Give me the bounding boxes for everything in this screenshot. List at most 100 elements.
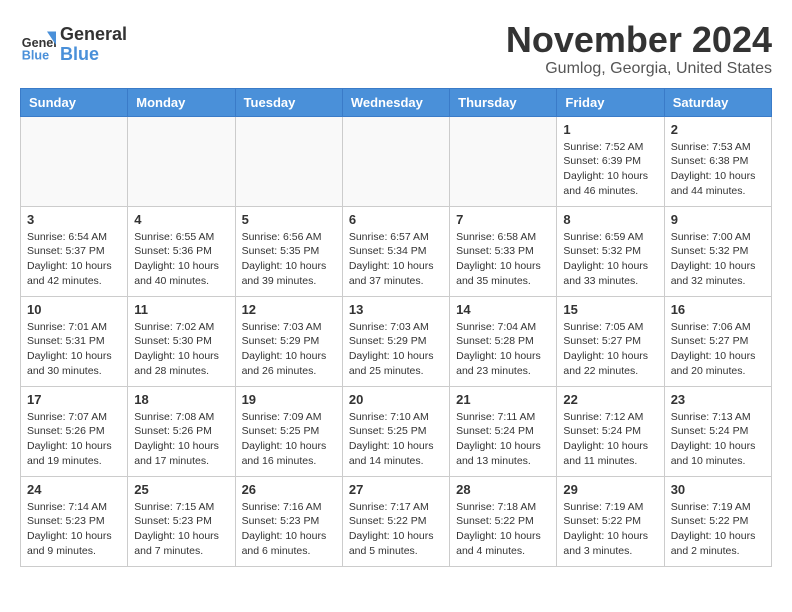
calendar-cell-18: 18 Sunrise: 7:08 AMSunset: 5:26 PMDayligh… — [128, 386, 235, 476]
week-row-0: 1Sunrise: 7:52 AMSunset: 6:39 PMDaylight… — [21, 116, 772, 206]
day-info: Sunrise: 7:18 AMSunset: 5:22 PMDaylight:… — [456, 500, 550, 559]
day-number: 5 — [242, 212, 336, 227]
day-number: 2 — [671, 122, 765, 137]
day-number: 14 — [456, 302, 550, 317]
day-info: Sunrise: 7:17 AMSunset: 5:22 PMDaylight:… — [349, 500, 443, 559]
day-info: Sunrise: 7:19 AMSunset: 5:22 PMDaylight:… — [563, 500, 657, 559]
week-row-3: 17 Sunrise: 7:07 AMSunset: 5:26 PMDayligh… — [21, 386, 772, 476]
calendar-header-wednesday: Wednesday — [342, 88, 449, 116]
calendar-cell-26: 26 Sunrise: 7:16 AMSunset: 5:23 PMDayligh… — [235, 476, 342, 566]
calendar-cell-6: 6Sunrise: 6:57 AMSunset: 5:34 PMDaylight… — [342, 206, 449, 296]
day-number: 19 — [242, 392, 336, 407]
calendar-cell-11: 11Sunrise: 7:02 AMSunset: 5:30 PMDayligh… — [128, 296, 235, 386]
day-number: 15 — [563, 302, 657, 317]
calendar-cell-empty — [21, 116, 128, 206]
day-number: 1 — [563, 122, 657, 137]
day-info: Sunrise: 7:08 AMSunset: 5:26 PMDaylight:… — [134, 410, 228, 469]
calendar-cell-12: 12 Sunrise: 7:03 AMSunset: 5:29 PMDayligh… — [235, 296, 342, 386]
day-info: Sunrise: 7:09 AMSunset: 5:25 PMDaylight:… — [242, 410, 336, 469]
calendar-table: SundayMondayTuesdayWednesdayThursdayFrid… — [20, 88, 772, 567]
calendar-header-row: SundayMondayTuesdayWednesdayThursdayFrid… — [21, 88, 772, 116]
day-number: 23 — [671, 392, 765, 407]
day-number: 18 — [134, 392, 228, 407]
week-row-2: 10 Sunrise: 7:01 AMSunset: 5:31 PMDayligh… — [21, 296, 772, 386]
day-number: 29 — [563, 482, 657, 497]
logo[interactable]: General Blue GeneralBlue — [20, 25, 127, 65]
calendar-cell-empty — [128, 116, 235, 206]
day-info: Sunrise: 6:58 AMSunset: 5:33 PMDaylight:… — [456, 230, 550, 289]
calendar-header-tuesday: Tuesday — [235, 88, 342, 116]
calendar-header-thursday: Thursday — [450, 88, 557, 116]
day-number: 12 — [242, 302, 336, 317]
day-info: Sunrise: 7:11 AMSunset: 5:24 PMDaylight:… — [456, 410, 550, 469]
day-info: Sunrise: 7:01 AMSunset: 5:31 PMDaylight:… — [27, 320, 121, 379]
day-info: Sunrise: 7:03 AMSunset: 5:29 PMDaylight:… — [242, 320, 336, 379]
day-info: Sunrise: 6:57 AMSunset: 5:34 PMDaylight:… — [349, 230, 443, 289]
day-number: 25 — [134, 482, 228, 497]
day-number: 16 — [671, 302, 765, 317]
day-number: 8 — [563, 212, 657, 227]
day-info: Sunrise: 7:05 AMSunset: 5:27 PMDaylight:… — [563, 320, 657, 379]
day-number: 21 — [456, 392, 550, 407]
logo-text: GeneralBlue — [60, 25, 127, 65]
calendar-cell-empty — [342, 116, 449, 206]
day-info: Sunrise: 7:12 AMSunset: 5:24 PMDaylight:… — [563, 410, 657, 469]
day-number: 13 — [349, 302, 443, 317]
calendar-cell-14: 14 Sunrise: 7:04 AMSunset: 5:28 PMDayligh… — [450, 296, 557, 386]
calendar-cell-21: 21 Sunrise: 7:11 AMSunset: 5:24 PMDayligh… — [450, 386, 557, 476]
logo-general: General — [60, 25, 127, 45]
day-info: Sunrise: 7:13 AMSunset: 5:24 PMDaylight:… — [671, 410, 765, 469]
week-row-1: 3 Sunrise: 6:54 AMSunset: 5:37 PMDaylight… — [21, 206, 772, 296]
day-info: Sunrise: 7:10 AMSunset: 5:25 PMDaylight:… — [349, 410, 443, 469]
calendar-header-monday: Monday — [128, 88, 235, 116]
day-number: 22 — [563, 392, 657, 407]
calendar-cell-27: 27 Sunrise: 7:17 AMSunset: 5:22 PMDayligh… — [342, 476, 449, 566]
day-info: Sunrise: 6:59 AMSunset: 5:32 PMDaylight:… — [563, 230, 657, 289]
calendar-header-friday: Friday — [557, 88, 664, 116]
day-number: 3 — [27, 212, 121, 227]
day-info: Sunrise: 7:53 AMSunset: 6:38 PMDaylight:… — [671, 140, 765, 199]
page-header: General Blue GeneralBlue November 2024 G… — [20, 20, 772, 78]
day-info: Sunrise: 6:54 AMSunset: 5:37 PMDaylight:… — [27, 230, 121, 289]
day-info: Sunrise: 7:00 AMSunset: 5:32 PMDaylight:… — [671, 230, 765, 289]
day-number: 17 — [27, 392, 121, 407]
day-number: 9 — [671, 212, 765, 227]
calendar-cell-4: 4Sunrise: 6:55 AMSunset: 5:36 PMDaylight… — [128, 206, 235, 296]
day-info: Sunrise: 7:03 AMSunset: 5:29 PMDaylight:… — [349, 320, 443, 379]
day-number: 26 — [242, 482, 336, 497]
day-number: 11 — [134, 302, 228, 317]
day-info: Sunrise: 7:14 AMSunset: 5:23 PMDaylight:… — [27, 500, 121, 559]
calendar-cell-empty — [235, 116, 342, 206]
day-number: 28 — [456, 482, 550, 497]
day-number: 7 — [456, 212, 550, 227]
day-number: 4 — [134, 212, 228, 227]
logo-icon: General Blue — [20, 27, 56, 63]
calendar-cell-empty — [450, 116, 557, 206]
day-number: 30 — [671, 482, 765, 497]
calendar-cell-2: 2 Sunrise: 7:53 AMSunset: 6:38 PMDaylight… — [664, 116, 771, 206]
day-info: Sunrise: 7:04 AMSunset: 5:28 PMDaylight:… — [456, 320, 550, 379]
day-info: Sunrise: 7:16 AMSunset: 5:23 PMDaylight:… — [242, 500, 336, 559]
week-row-4: 24Sunrise: 7:14 AMSunset: 5:23 PMDayligh… — [21, 476, 772, 566]
calendar-cell-7: 7 Sunrise: 6:58 AMSunset: 5:33 PMDaylight… — [450, 206, 557, 296]
calendar-cell-20: 20 Sunrise: 7:10 AMSunset: 5:25 PMDayligh… — [342, 386, 449, 476]
day-number: 27 — [349, 482, 443, 497]
day-number: 10 — [27, 302, 121, 317]
calendar-cell-10: 10 Sunrise: 7:01 AMSunset: 5:31 PMDayligh… — [21, 296, 128, 386]
day-info: Sunrise: 6:56 AMSunset: 5:35 PMDaylight:… — [242, 230, 336, 289]
calendar-cell-19: 19 Sunrise: 7:09 AMSunset: 5:25 PMDayligh… — [235, 386, 342, 476]
calendar-cell-25: 25 Sunrise: 7:15 AMSunset: 5:23 PMDayligh… — [128, 476, 235, 566]
day-info: Sunrise: 7:19 AMSunset: 5:22 PMDaylight:… — [671, 500, 765, 559]
day-number: 20 — [349, 392, 443, 407]
day-info: Sunrise: 7:06 AMSunset: 5:27 PMDaylight:… — [671, 320, 765, 379]
calendar-cell-15: 15 Sunrise: 7:05 AMSunset: 5:27 PMDayligh… — [557, 296, 664, 386]
day-info: Sunrise: 7:15 AMSunset: 5:23 PMDaylight:… — [134, 500, 228, 559]
calendar-header-saturday: Saturday — [664, 88, 771, 116]
location: Gumlog, Georgia, United States — [506, 60, 772, 78]
calendar-cell-30: 30 Sunrise: 7:19 AMSunset: 5:22 PMDayligh… — [664, 476, 771, 566]
calendar-cell-16: 16 Sunrise: 7:06 AMSunset: 5:27 PMDayligh… — [664, 296, 771, 386]
title-section: November 2024 Gumlog, Georgia, United St… — [506, 20, 772, 78]
day-info: Sunrise: 7:07 AMSunset: 5:26 PMDaylight:… — [27, 410, 121, 469]
calendar-body: 1Sunrise: 7:52 AMSunset: 6:39 PMDaylight… — [21, 116, 772, 566]
logo-blue: Blue — [60, 45, 127, 65]
